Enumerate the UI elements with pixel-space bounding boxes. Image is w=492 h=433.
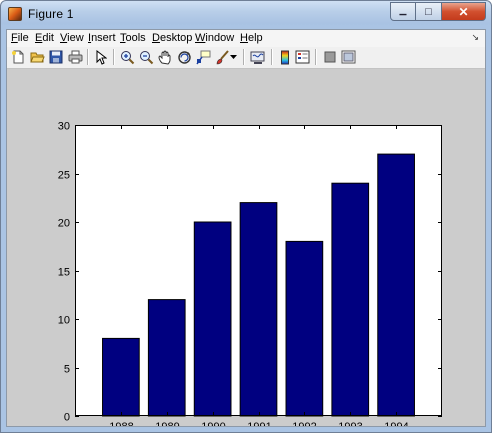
window-controls: ▁ □ ✕ (390, 2, 486, 21)
open-file-icon[interactable] (29, 49, 45, 65)
y-tick-label: 0 (64, 412, 70, 424)
y-tick-label: 10 (58, 315, 70, 327)
bar-1992 (285, 240, 324, 417)
rotate-3d-icon[interactable] (176, 49, 192, 65)
x-tick-label: 1989 (155, 421, 179, 426)
figure-canvas: 0 5 10 15 20 25 30 1988 1989 1990 1991 1992 1993 1994 (7, 69, 485, 432)
y-tick-label: 20 (58, 218, 70, 230)
x-tick-label: 1991 (247, 421, 271, 426)
bar-1993 (331, 182, 370, 417)
menu-file-label: ile (17, 32, 29, 44)
menu-edit[interactable]: Edit (35, 32, 54, 44)
hide-plot-tools-icon[interactable] (322, 49, 338, 65)
zoom-out-icon[interactable] (138, 49, 154, 65)
menu-window-label: indow (205, 32, 235, 44)
menu-file[interactable]: File (11, 32, 29, 44)
maximize-icon: □ (425, 5, 432, 18)
figure-toolbar (7, 47, 485, 69)
y-tick-label: 15 (58, 267, 70, 279)
bar-1991 (239, 202, 278, 417)
menu-window[interactable]: Window (195, 32, 234, 44)
menu-edit-label: dit (42, 32, 54, 44)
toolbar-separator (315, 49, 317, 65)
menu-insert-label: nsert (91, 32, 116, 44)
close-button[interactable]: ✕ (442, 2, 486, 21)
edit-plot-icon[interactable] (93, 49, 109, 65)
minimize-button[interactable]: ▁ (390, 2, 416, 21)
pan-icon[interactable] (157, 49, 173, 65)
maximize-button[interactable]: □ (416, 2, 442, 21)
toolbar-separator (243, 49, 245, 65)
bar-chart[interactable]: 0 5 10 15 20 25 30 1988 1989 1990 1991 1992 1993 1994 (7, 69, 485, 432)
x-tick-label: 1994 (384, 421, 408, 426)
bar-1990 (193, 221, 232, 417)
zoom-in-icon[interactable] (119, 49, 135, 65)
y-tick-label: 30 (58, 121, 70, 133)
toolbar-separator (113, 49, 115, 65)
brush-dropdown-icon[interactable] (229, 49, 237, 65)
insert-legend-icon[interactable] (294, 49, 310, 65)
y-tick-label: 5 (64, 364, 70, 376)
y-tick-label: 25 (58, 170, 70, 182)
close-icon: ✕ (458, 4, 469, 19)
toolbar-separator (271, 49, 273, 65)
save-icon[interactable] (48, 49, 64, 65)
x-tick-label: 1990 (201, 421, 225, 426)
x-tick-label: 1992 (292, 421, 316, 426)
bar-1988 (102, 337, 140, 417)
menu-desktop[interactable]: Desktop (152, 32, 192, 44)
x-tick-label: 1993 (338, 421, 362, 426)
bar-1994 (377, 153, 415, 417)
minimize-icon: ▁ (399, 5, 407, 15)
dock-arrow-icon[interactable]: ↘ (471, 32, 479, 43)
data-cursor-icon[interactable] (195, 49, 211, 65)
x-tick-label: 1988 (109, 421, 133, 426)
toolbar-separator (87, 49, 89, 65)
bar-1989 (147, 299, 186, 417)
figure-window: Figure 1 ▁ □ ✕ File Edit View Insert Too… (0, 0, 492, 433)
menu-insert[interactable]: Insert (88, 32, 116, 44)
title-bar[interactable]: Figure 1 ▁ □ ✕ (1, 1, 491, 29)
insert-colorbar-icon[interactable] (277, 49, 293, 65)
menu-help-hotkey: H (240, 32, 248, 44)
menu-help-label: elp (247, 32, 263, 44)
new-figure-icon[interactable] (10, 49, 26, 65)
menu-tools[interactable]: Tools (120, 32, 146, 44)
menu-desktop-hotkey: D (152, 32, 160, 44)
window-title: Figure 1 (28, 7, 74, 21)
figure-client-area: File Edit View Insert Tools Desktop Wind… (6, 29, 486, 432)
menu-bar: File Edit View Insert Tools Desktop Wind… (7, 30, 485, 47)
print-icon[interactable] (67, 49, 83, 65)
menu-window-hotkey: W (195, 32, 206, 44)
brush-icon[interactable] (214, 49, 230, 65)
menu-tools-label: ools (125, 32, 146, 44)
menu-help[interactable]: Help (240, 32, 263, 44)
link-plot-icon[interactable] (250, 49, 266, 65)
menu-desktop-label: esktop (159, 32, 193, 44)
menu-view-label: iew (67, 32, 84, 44)
menu-view[interactable]: View (60, 32, 84, 44)
menu-file-hotkey: F (11, 32, 18, 44)
matlab-logo-icon (8, 7, 22, 21)
show-plot-tools-icon[interactable] (340, 49, 356, 65)
